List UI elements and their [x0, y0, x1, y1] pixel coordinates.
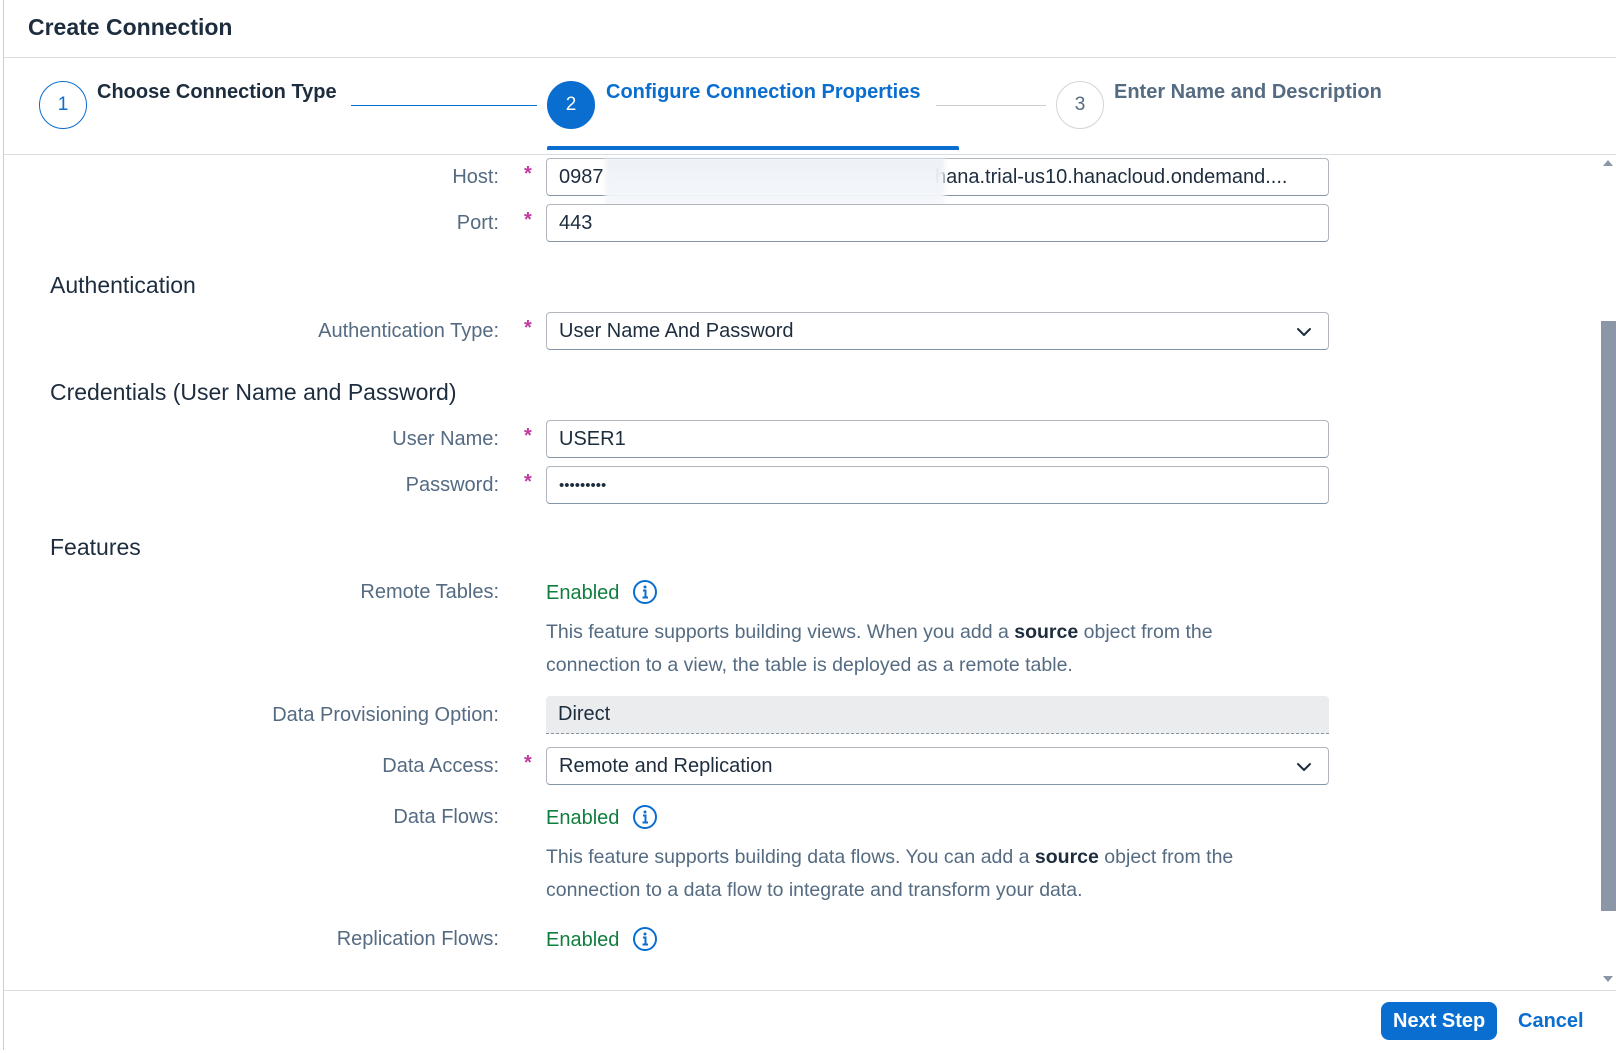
remote-tables-label: Remote Tables: — [360, 581, 499, 603]
features-section-title: Features — [50, 534, 141, 560]
step-1-label[interactable]: Choose Connection Type — [97, 81, 337, 104]
dialog-footer: Next Step Cancel — [4, 990, 1616, 1050]
chevron-down-icon — [1297, 763, 1311, 771]
chevron-down-icon — [1297, 328, 1311, 336]
password-required-marker: * — [524, 471, 532, 493]
step-2-circle[interactable]: 2 — [547, 81, 595, 129]
active-step-indicator — [547, 146, 959, 150]
host-value-prefix: 0987 — [559, 166, 604, 188]
user-name-required-marker: * — [524, 425, 532, 447]
authentication-type-label: Authentication Type: — [318, 320, 499, 342]
authentication-type-required-marker: * — [524, 317, 532, 339]
data-flows-label: Data Flows: — [393, 806, 499, 828]
authentication-type-value: User Name And Password — [559, 320, 794, 342]
info-icon[interactable] — [632, 926, 658, 952]
data-access-label: Data Access: — [382, 755, 499, 777]
create-connection-dialog: Create Connection 1 Choose Connection Ty… — [3, 0, 1616, 1050]
credentials-section-title: Credentials (User Name and Password) — [50, 379, 457, 405]
port-required-marker: * — [524, 209, 532, 231]
step-2-label[interactable]: Configure Connection Properties — [606, 81, 920, 104]
password-input[interactable]: ••••••••• — [546, 466, 1329, 504]
info-icon[interactable] — [632, 579, 658, 605]
info-icon[interactable] — [632, 804, 658, 830]
authentication-section-title: Authentication — [50, 272, 196, 298]
data-access-required-marker: * — [524, 752, 532, 774]
data-access-value: Remote and Replication — [559, 755, 773, 777]
vertical-scrollbar[interactable] — [1597, 156, 1616, 990]
data-access-select[interactable]: Remote and Replication — [546, 747, 1329, 785]
data-provisioning-label: Data Provisioning Option: — [272, 704, 499, 726]
host-label: Host: — [452, 166, 499, 188]
user-name-label: User Name: — [392, 428, 499, 450]
step-1-circle[interactable]: 1 — [39, 81, 87, 129]
password-label: Password: — [405, 474, 499, 496]
remote-tables-status: Enabled — [546, 582, 620, 604]
authentication-type-select[interactable]: User Name And Password — [546, 312, 1329, 350]
host-value-suffix: hana.trial-us10.hanacloud.ondemand.... — [935, 166, 1288, 188]
replication-flows-status: Enabled — [546, 929, 620, 951]
step-connector-2 — [936, 105, 1046, 106]
data-flows-description: This feature supports building data flow… — [546, 846, 1234, 901]
scrollbar-thumb[interactable] — [1601, 321, 1616, 911]
step-connector-1 — [351, 105, 537, 106]
form-content: Host: * 0987 hana.trial-us10.hanacloud.o… — [4, 156, 1597, 990]
dialog-title: Create Connection — [28, 14, 233, 40]
user-name-input[interactable]: USER1 — [546, 420, 1329, 458]
scroll-up-arrow-icon[interactable] — [1603, 160, 1613, 166]
port-input[interactable]: 443 — [546, 204, 1329, 242]
next-step-button[interactable]: Next Step — [1381, 1002, 1498, 1040]
remote-tables-description: This feature supports building views. Wh… — [546, 621, 1213, 676]
scroll-down-arrow-icon[interactable] — [1603, 976, 1613, 982]
data-provisioning-field: Direct — [546, 696, 1329, 734]
step-3-circle[interactable]: 3 — [1056, 81, 1104, 129]
port-label: Port: — [456, 212, 499, 234]
replication-flows-label: Replication Flows: — [336, 928, 499, 950]
cancel-button[interactable]: Cancel — [1510, 1002, 1592, 1040]
data-flows-status: Enabled — [546, 807, 620, 829]
dialog-header: Create Connection — [4, 0, 1616, 58]
step-3-label[interactable]: Enter Name and Description — [1114, 81, 1382, 104]
wizard-progress: 1 Choose Connection Type 2 Configure Con… — [4, 58, 1616, 155]
redaction-blur — [605, 158, 945, 210]
host-required-marker: * — [524, 163, 532, 185]
